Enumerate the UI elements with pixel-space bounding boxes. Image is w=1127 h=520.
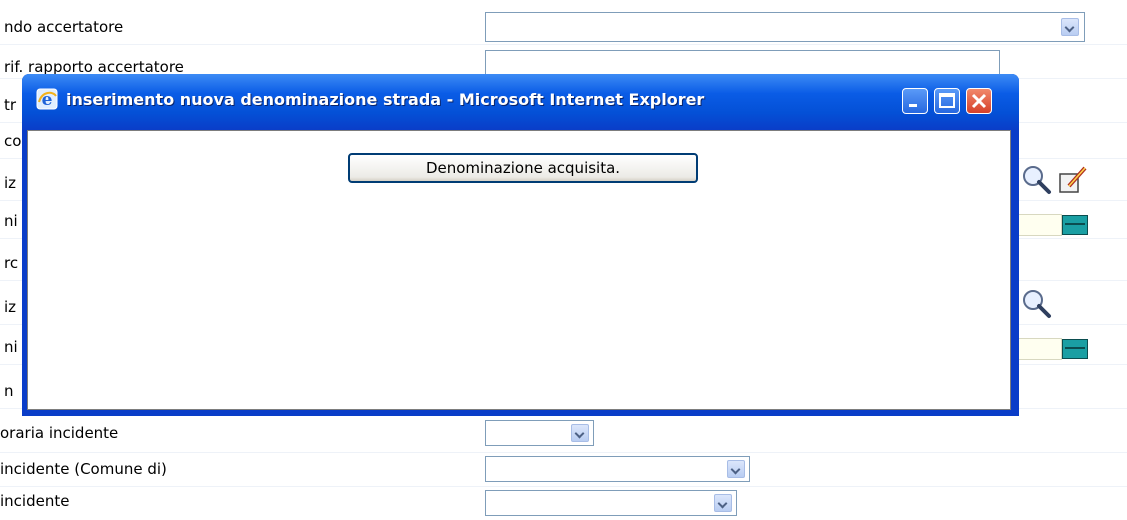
maximize-icon — [939, 93, 955, 108]
fascia-oraria-select[interactable] — [485, 420, 594, 446]
form-label: tr — [4, 96, 17, 114]
partial-select[interactable] — [485, 490, 737, 516]
minimize-icon — [909, 104, 917, 107]
close-button[interactable] — [966, 88, 992, 114]
form-label: oraria incidente — [0, 424, 119, 442]
comune-select[interactable] — [485, 456, 750, 482]
form-label: iz — [4, 298, 17, 316]
chevron-down-icon[interactable] — [727, 460, 745, 478]
form-label: incidente (Comune di) — [0, 460, 167, 478]
form-label: n — [4, 382, 14, 400]
window-title: inserimento nuova denominazione strada -… — [66, 90, 705, 109]
popup-content: Denominazione acquisita. — [27, 130, 1011, 410]
rapporto-input[interactable] — [485, 50, 1000, 76]
maximize-button[interactable] — [934, 88, 960, 114]
title-bar[interactable]: e inserimento nuova denominazione strada… — [22, 74, 1019, 130]
form-label: incidente — [0, 492, 70, 510]
chevron-down-icon[interactable] — [714, 494, 732, 512]
accertatore-select[interactable] — [485, 12, 1085, 42]
minimize-button[interactable] — [902, 88, 928, 114]
close-icon — [971, 93, 987, 109]
denominazione-acquisita-button[interactable]: Denominazione acquisita. — [348, 153, 698, 183]
form-label: ndo accertatore — [4, 18, 124, 36]
form-label: ni — [4, 212, 18, 230]
calendar-icon[interactable] — [1062, 339, 1088, 359]
form-label: rc — [4, 254, 19, 272]
magnifier-icon[interactable] — [1020, 164, 1054, 196]
form-label: ni — [4, 338, 18, 356]
ie-icon: e — [36, 88, 58, 110]
chevron-down-icon[interactable] — [571, 424, 589, 442]
edit-pen-icon[interactable] — [1057, 162, 1091, 196]
chevron-down-icon[interactable] — [1061, 18, 1079, 36]
popup-window: e inserimento nuova denominazione strada… — [22, 74, 1019, 416]
form-label: co — [4, 132, 22, 150]
form-label: iz — [4, 174, 17, 192]
magnifier-icon[interactable] — [1020, 288, 1054, 320]
calendar-icon[interactable] — [1062, 215, 1088, 235]
